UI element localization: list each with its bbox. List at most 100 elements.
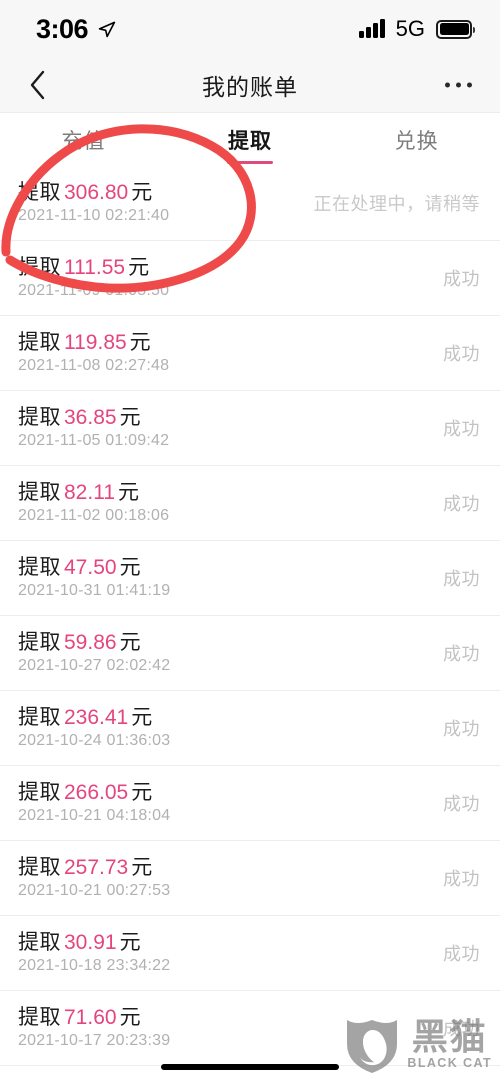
tab-exchange-label: 兑换: [394, 129, 439, 153]
transaction-type-label: 提取: [18, 256, 61, 279]
transaction-currency-unit: 元: [119, 556, 142, 579]
transaction-datetime: 2021-10-17 20:23:39: [18, 1032, 171, 1049]
transaction-info: 提取 30.91 元 2021-10-18 23:34:22: [18, 932, 170, 974]
tab-recharge[interactable]: 充值: [0, 113, 167, 166]
transaction-row[interactable]: 提取 30.91 元 2021-10-18 23:34:22 成功: [0, 916, 500, 991]
transaction-row[interactable]: 提取 236.41 元 2021-10-24 01:36:03 成功: [0, 691, 500, 766]
transaction-title: 提取 119.85 元: [18, 332, 169, 353]
transaction-currency-unit: 元: [119, 931, 142, 954]
transaction-title: 提取 111.55 元: [18, 257, 169, 278]
transaction-type-label: 提取: [18, 781, 61, 804]
transaction-amount: 119.85: [64, 331, 127, 354]
home-indicator[interactable]: [161, 1064, 339, 1070]
transaction-row[interactable]: 提取 119.85 元 2021-11-08 02:27:48 成功: [0, 316, 500, 391]
watermark-name-en: BLACK CAT: [407, 1056, 492, 1071]
transaction-datetime: 2021-11-02 00:18:06: [18, 507, 170, 524]
transaction-title: 提取 36.85 元: [18, 407, 169, 428]
tab-withdraw-label: 提取: [228, 129, 272, 153]
tab-bar: 充值 提取 兑换: [0, 113, 500, 166]
transaction-row[interactable]: 提取 111.55 元 2021-11-09 01:05:50 成功: [0, 241, 500, 316]
transaction-info: 提取 266.05 元 2021-10-21 04:18:04: [18, 782, 170, 824]
transaction-currency-unit: 元: [129, 331, 152, 354]
transaction-info: 提取 236.41 元 2021-10-24 01:36:03: [18, 707, 170, 749]
tab-exchange[interactable]: 兑换: [333, 113, 500, 166]
transaction-type-label: 提取: [18, 406, 61, 429]
transaction-status: 成功: [443, 719, 480, 739]
transaction-datetime: 2021-11-05 01:09:42: [18, 432, 170, 449]
back-button[interactable]: [20, 68, 54, 102]
transaction-status: 成功: [443, 869, 480, 889]
location-arrow-icon: [98, 21, 116, 37]
battery-full-icon: [436, 19, 475, 39]
transaction-info: 提取 119.85 元 2021-11-08 02:27:48: [18, 332, 169, 374]
ellipsis-icon-dot: [456, 82, 461, 88]
transaction-currency-unit: 元: [119, 406, 142, 429]
transaction-title: 提取 82.11 元: [18, 482, 169, 503]
transaction-info: 提取 59.86 元 2021-10-27 02:02:42: [18, 632, 170, 674]
transaction-status: 成功: [443, 644, 480, 664]
transaction-info: 提取 306.80 元 2021-11-10 02:21:40: [18, 182, 169, 224]
transaction-type-label: 提取: [18, 706, 61, 729]
transaction-list: 提取 306.80 元 2021-11-10 02:21:40 正在处理中，请稍等 提取 1…: [0, 166, 500, 1066]
transaction-row[interactable]: 提取 257.73 元 2021-10-21 00:27:53 成功: [0, 841, 500, 916]
transaction-type-label: 提取: [18, 331, 61, 354]
tab-withdraw[interactable]: 提取: [167, 113, 334, 166]
transaction-info: 提取 111.55 元 2021-11-09 01:05:50: [18, 257, 169, 299]
phone-screen: 3:06 5G 我的账单 充值 提取 兑换 提取 306.80 元 2021-1…: [0, 0, 500, 1082]
watermark-text: 黑猫 BLACK CAT: [407, 1016, 492, 1071]
transaction-title: 提取 306.80 元: [18, 182, 169, 203]
transaction-status: 成功: [443, 494, 480, 514]
transaction-info: 提取 47.50 元 2021-10-31 01:41:19: [18, 557, 170, 599]
tab-recharge-label: 充值: [61, 129, 106, 153]
transaction-title: 提取 266.05 元: [18, 782, 170, 803]
transaction-title: 提取 47.50 元: [18, 557, 170, 578]
transaction-datetime: 2021-10-21 04:18:04: [18, 807, 171, 824]
transaction-datetime: 2021-10-27 02:02:42: [18, 657, 171, 674]
black-cat-shield-logo-icon: [347, 1020, 398, 1073]
transaction-amount: 47.50: [64, 556, 117, 579]
transaction-datetime: 2021-11-08 02:27:48: [18, 357, 170, 374]
transaction-currency-unit: 元: [119, 631, 142, 654]
transaction-status: 成功: [443, 794, 480, 814]
transaction-amount: 306.80: [64, 181, 129, 204]
tab-active-underline: [227, 160, 273, 164]
transaction-row[interactable]: 提取 306.80 元 2021-11-10 02:21:40 正在处理中，请稍等: [0, 166, 500, 241]
transaction-info: 提取 257.73 元 2021-10-21 00:27:53: [18, 857, 170, 899]
transaction-row[interactable]: 提取 82.11 元 2021-11-02 00:18:06 成功: [0, 466, 500, 541]
transaction-row[interactable]: 提取 59.86 元 2021-10-27 02:02:42 成功: [0, 616, 500, 691]
transaction-row[interactable]: 提取 36.85 元 2021-11-05 01:09:42 成功: [0, 391, 500, 466]
more-options-button[interactable]: [441, 75, 476, 96]
page-title: 我的账单: [202, 74, 298, 100]
transaction-row[interactable]: 提取 266.05 元 2021-10-21 04:18:04 成功: [0, 766, 500, 841]
transaction-datetime: 2021-10-21 00:27:53: [18, 882, 171, 899]
transaction-type-label: 提取: [18, 481, 61, 504]
transaction-title: 提取 71.60 元: [18, 1007, 170, 1028]
transaction-currency-unit: 元: [119, 1006, 142, 1029]
transaction-datetime: 2021-10-31 01:41:19: [18, 582, 171, 599]
transaction-status: 正在处理中，请稍等: [313, 194, 480, 214]
transaction-amount: 257.73: [64, 856, 129, 879]
cellular-signal-icon: [359, 19, 385, 38]
transaction-currency-unit: 元: [128, 256, 150, 279]
ellipsis-icon-dot: [445, 82, 450, 88]
transaction-currency-unit: 元: [131, 706, 153, 729]
transaction-datetime: 2021-11-09 01:05:50: [18, 282, 170, 299]
transaction-type-label: 提取: [18, 1006, 61, 1029]
transaction-status: 成功: [443, 419, 480, 439]
transaction-amount: 30.91: [64, 931, 117, 954]
status-bar-left: 3:06: [36, 15, 116, 43]
ellipsis-icon-dot: [467, 82, 472, 88]
transaction-amount: 111.55: [64, 256, 126, 279]
transaction-status: 成功: [443, 569, 480, 589]
transaction-currency-unit: 元: [131, 781, 153, 804]
status-bar-right: 5G: [359, 16, 475, 42]
transaction-status: 成功: [443, 944, 480, 964]
chevron-left-icon: [30, 70, 44, 100]
watermark-name-cn: 黑猫: [411, 1016, 488, 1058]
transaction-title: 提取 236.41 元: [18, 707, 170, 728]
transaction-datetime: 2021-10-24 01:36:03: [18, 732, 171, 749]
transaction-status: 成功: [443, 344, 480, 364]
status-bar: 3:06 5G: [0, 0, 500, 58]
transaction-row[interactable]: 提取 47.50 元 2021-10-31 01:41:19 成功: [0, 541, 500, 616]
transaction-amount: 82.11: [64, 481, 115, 504]
